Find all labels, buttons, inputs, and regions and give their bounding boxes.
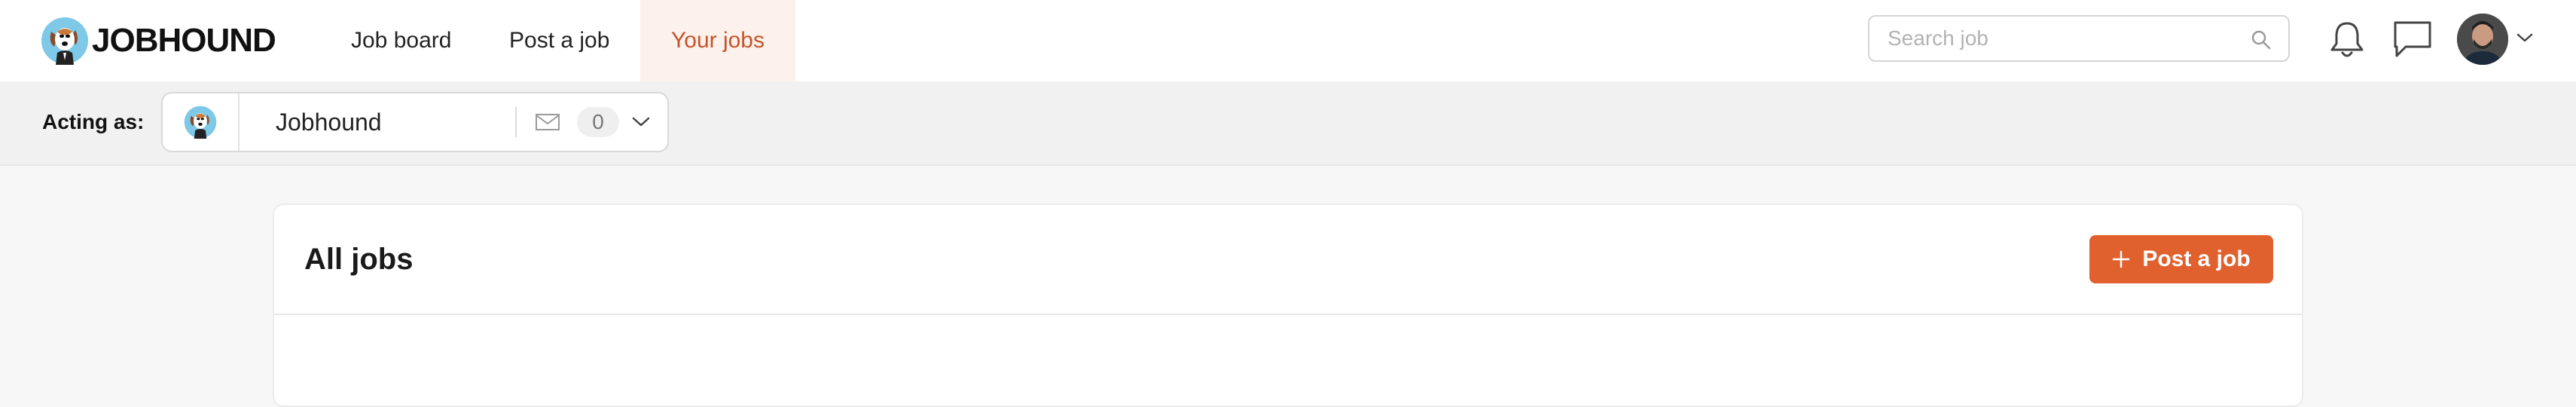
user-photo-icon [2457,14,2508,65]
acting-as-bar: Acting as: Jobhound 0 [0,81,2576,166]
company-logo-icon [184,106,217,139]
search-icon[interactable] [2251,29,2272,50]
nav-job-board[interactable]: Job board [349,0,453,81]
card-divider [274,314,2302,315]
chevron-down-icon[interactable] [2516,32,2534,44]
top-navigation-bar: JOBHOUND Job board Post a job Your jobs [0,0,2576,81]
acting-as-label: Acting as: [42,110,145,133]
user-avatar[interactable] [2457,14,2508,65]
nav-your-jobs[interactable]: Your jobs [640,0,795,81]
post-a-job-button-label: Post a job [2142,246,2251,271]
acting-as-company: Jobhound [276,109,382,136]
selector-divider [515,107,517,137]
nav-your-jobs-label: Your jobs [671,28,765,53]
plus-icon [2113,250,2130,268]
nav-job-board-label: Job board [351,28,452,53]
post-a-job-button[interactable]: Post a job [2089,235,2273,283]
brand-name: JOBHOUND [92,22,276,59]
bell-icon[interactable] [2327,20,2367,60]
jobs-card: All jobs Post a job [273,204,2303,407]
acting-as-selector[interactable]: Jobhound 0 [161,92,669,152]
search-box [1868,15,2290,62]
search-input[interactable] [1886,26,2243,51]
chevron-down-icon[interactable] [631,116,651,128]
nav-post-a-job[interactable]: Post a job [509,0,609,81]
brand-logo[interactable]: JOBHOUND [41,15,276,66]
chat-icon[interactable] [2392,20,2433,59]
hound-logo-icon [41,17,88,65]
nav-post-a-job-label: Post a job [509,28,610,53]
page-title: All jobs [304,243,414,276]
mail-icon [536,114,560,130]
selector-divider [238,93,240,151]
unread-count-badge: 0 [577,107,619,137]
